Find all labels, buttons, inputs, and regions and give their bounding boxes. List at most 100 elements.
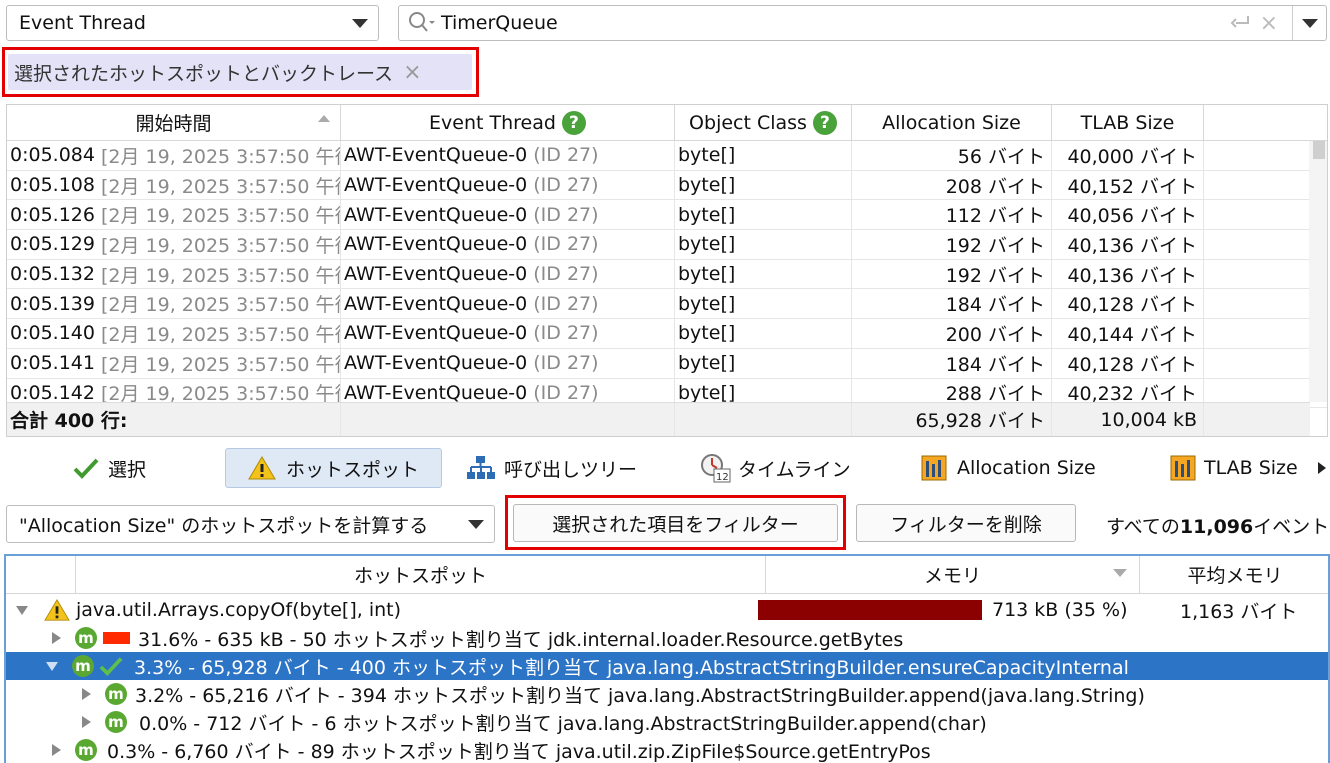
memory-bar-track (758, 600, 982, 620)
help-icon[interactable]: ? (561, 110, 586, 135)
hotspot-tree[interactable]: ホットスポット メモリ 平均メモリ java.util.Arrays.copyO… (4, 554, 1330, 763)
scrollbar-thumb[interactable] (1313, 141, 1325, 159)
table-row[interactable]: 0:05.140 [2月 19, 2025 3:57:50 午後] AWT-Even… (7, 319, 1327, 349)
cell-start-time: 0:05.139 [2月 19, 2025 3:57:50 午後] (7, 289, 341, 319)
method-icon: m (75, 627, 97, 649)
tab-allocation-size[interactable]: Allocation Size (921, 448, 1096, 488)
column-header-event-thread[interactable]: Event Thread? (341, 105, 675, 140)
sort-descending-icon (1113, 569, 1127, 577)
tab-call-tree[interactable]: 呼び出しツリー (466, 448, 637, 488)
cell-start-time: 0:05.084 [2月 19, 2025 3:57:50 午後] (7, 141, 341, 170)
table-row[interactable]: 0:05.108 [2月 19, 2025 3:57:50 午後] AWT-Even… (7, 170, 1327, 201)
event-table[interactable]: 開始時間 Event Thread? Object Class? Allocat… (6, 104, 1328, 437)
remove-filter-button[interactable]: フィルターを削除 (856, 504, 1076, 542)
cell-event-thread: AWT-EventQueue-0 (ID 27) (341, 348, 675, 378)
column-header-allocation-size[interactable]: Allocation Size (852, 105, 1052, 140)
cell-allocation-size: 200 バイト (852, 319, 1052, 348)
search-icon[interactable] (407, 10, 437, 36)
collapse-icon[interactable] (16, 605, 28, 615)
cell-allocation-size: 192 バイト (852, 230, 1052, 259)
cell-object-class: byte[] (675, 230, 852, 259)
svg-text:12: 12 (716, 472, 729, 483)
check-icon (73, 458, 99, 479)
expand-icon[interactable] (82, 688, 91, 700)
expand-icon[interactable] (82, 716, 91, 728)
collapse-icon[interactable] (46, 661, 58, 671)
return-icon[interactable] (1230, 13, 1252, 33)
column-header-memory[interactable]: メモリ (766, 556, 1140, 593)
tab-timeline[interactable]: 12 タイムライン (700, 448, 851, 488)
table-row[interactable]: 0:05.141 [2月 19, 2025 3:57:50 午後] AWT-Even… (7, 348, 1327, 379)
calculate-hotspots-select[interactable]: "Allocation Size" のホットスポットを計算する (6, 505, 495, 543)
method-icon: m (72, 655, 94, 677)
cell-event-thread: AWT-EventQueue-0 (ID 27) (341, 141, 675, 170)
cell-event-thread: AWT-EventQueue-0 (ID 27) (341, 289, 675, 319)
cell-allocation-size: 192 バイト (852, 259, 1052, 289)
table-header: 開始時間 Event Thread? Object Class? Allocat… (7, 105, 1327, 141)
table-body: 0:05.084 [2月 19, 2025 3:57:50 午後] AWT-Even… (7, 141, 1327, 409)
tab-tlab-size[interactable]: TLAB Size (1170, 448, 1298, 488)
cell-object-class: byte[] (675, 141, 852, 170)
method-icon: m (75, 739, 97, 761)
cell-event-thread: AWT-EventQueue-0 (ID 27) (341, 259, 675, 289)
table-row[interactable]: 0:05.129 [2月 19, 2025 3:57:50 午後] AWT-Even… (7, 230, 1327, 260)
total-label: 合計 400 行: (7, 403, 341, 436)
expand-icon[interactable] (52, 744, 61, 756)
chevron-down-icon (1301, 18, 1318, 28)
hotspot-row[interactable]: m 3.2% - 65,216 バイト - 394 ホットスポット割り当て ja… (6, 680, 1328, 708)
tab-selection[interactable]: 選択 (72, 448, 146, 488)
thread-select[interactable]: Event Thread (6, 5, 379, 41)
hotspot-row[interactable]: m 0.0% - 712 バイト - 6 ホットスポット割り当て java.la… (6, 708, 1328, 736)
warning-icon (44, 598, 70, 621)
cell-start-time: 0:05.140 [2月 19, 2025 3:57:50 午後] (7, 319, 341, 348)
cell-tlab-size: 40,136 バイト (1052, 230, 1204, 259)
hotspot-row[interactable]: m 31.6% - 635 kB - 50 ホットスポット割り当て jdk.in… (6, 624, 1328, 652)
cell-allocation-size: 184 バイト (852, 289, 1052, 319)
cell-event-thread: AWT-EventQueue-0 (ID 27) (341, 230, 675, 259)
hotspot-row[interactable]: m 0.3% - 6,760 バイト - 89 ホットスポット割り当て java… (6, 736, 1328, 763)
cell-event-thread: AWT-EventQueue-0 (ID 27) (341, 319, 675, 348)
column-header-object-class[interactable]: Object Class? (675, 105, 852, 140)
column-header-hotspot[interactable]: ホットスポット (76, 556, 766, 593)
column-header-tlab-size[interactable]: TLAB Size (1052, 105, 1204, 140)
tab-hotspots[interactable]: ホットスポット (225, 448, 442, 488)
tabs-scroll-right-icon[interactable] (1318, 462, 1326, 474)
highlight-box-filter-chip (2, 47, 479, 97)
hotspot-row-selected[interactable]: m 3.3% - 65,928 バイト - 400 ホットスポット割り当て ja… (6, 652, 1328, 680)
check-icon (99, 657, 123, 676)
cell-tlab-size: 40,000 バイト (1052, 141, 1204, 170)
hotspot-row[interactable]: java.util.Arrays.copyOf(byte[], int) 713… (6, 596, 1328, 624)
cell-event-thread: AWT-EventQueue-0 (ID 27) (341, 200, 675, 230)
vertical-scrollbar[interactable] (1309, 141, 1327, 402)
cell-start-time: 0:05.108 [2月 19, 2025 3:57:50 午後] (7, 170, 341, 200)
help-icon[interactable]: ? (812, 110, 837, 135)
cell-object-class: byte[] (675, 200, 852, 230)
table-total-row: 合計 400 行: 65,928 バイト 10,004 kB (7, 402, 1310, 436)
search-field[interactable]: TimerQueue × (398, 5, 1327, 41)
cell-event-thread: AWT-EventQueue-0 (ID 27) (341, 170, 675, 200)
table-row[interactable]: 0:05.139 [2月 19, 2025 3:57:50 午後] AWT-Even… (7, 289, 1327, 320)
clear-icon[interactable]: × (1260, 11, 1278, 36)
cell-tlab-size: 40,136 バイト (1052, 259, 1204, 289)
chevron-down-icon (468, 519, 484, 529)
table-row[interactable]: 0:05.126 [2月 19, 2025 3:57:50 午後] AWT-Even… (7, 200, 1327, 231)
cell-allocation-size: 208 バイト (852, 170, 1052, 200)
memory-bar (758, 600, 982, 620)
column-header-average-memory[interactable]: 平均メモリ (1140, 556, 1328, 593)
cell-object-class: byte[] (675, 319, 852, 348)
search-history-dropdown[interactable] (1292, 6, 1326, 40)
timeline-icon: 12 (701, 454, 731, 483)
method-icon: m (105, 683, 127, 705)
expand-icon[interactable] (52, 632, 61, 644)
cell-object-class: byte[] (675, 348, 852, 378)
cell-allocation-size: 56 バイト (852, 141, 1052, 170)
cell-start-time: 0:05.132 [2月 19, 2025 3:57:50 午後] (7, 259, 341, 289)
proportion-bar-icon (103, 632, 130, 644)
cell-start-time: 0:05.126 [2月 19, 2025 3:57:50 午後] (7, 200, 341, 230)
table-row[interactable]: 0:05.084 [2月 19, 2025 3:57:50 午後] AWT-Even… (7, 141, 1327, 171)
table-row[interactable]: 0:05.132 [2月 19, 2025 3:57:50 午後] AWT-Even… (7, 259, 1327, 290)
chevron-down-icon[interactable] (352, 18, 368, 28)
cell-start-time: 0:05.129 [2月 19, 2025 3:57:50 午後] (7, 230, 341, 259)
column-header-start-time[interactable]: 開始時間 (7, 105, 341, 140)
search-input[interactable]: TimerQueue (437, 12, 1230, 34)
